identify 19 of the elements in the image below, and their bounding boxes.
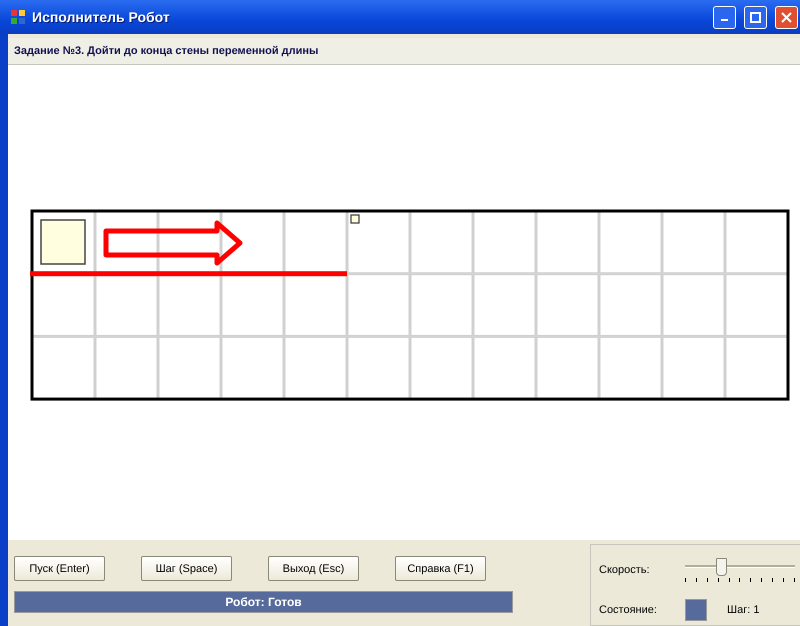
task-title: Задание №3. Дойти до конца стены переменной длины [14,45,318,57]
maximize-icon [750,12,761,22]
status-bar: Робот: Готов [14,591,513,613]
window-title: Исполнитель Робот [32,9,171,25]
right-arrow-icon [104,220,242,266]
app-icon [10,9,26,25]
step-counter: Шаг: 1 [727,604,760,616]
close-button[interactable] [775,6,798,28]
minimize-button[interactable] [713,6,736,28]
state-label: Состояние: [599,604,658,616]
speed-label: Скорость: [599,564,651,576]
close-icon [781,12,792,22]
maximize-button[interactable] [744,6,767,28]
slider-thumb[interactable] [716,558,728,576]
speed-slider[interactable] [685,556,795,584]
command-button[interactable]: Пуск (Enter) [14,556,105,581]
command-button[interactable]: Выход (Esc) [268,556,359,581]
command-button[interactable]: Шаг (Space) [141,556,232,581]
command-button[interactable]: Справка (F1) [395,556,486,581]
